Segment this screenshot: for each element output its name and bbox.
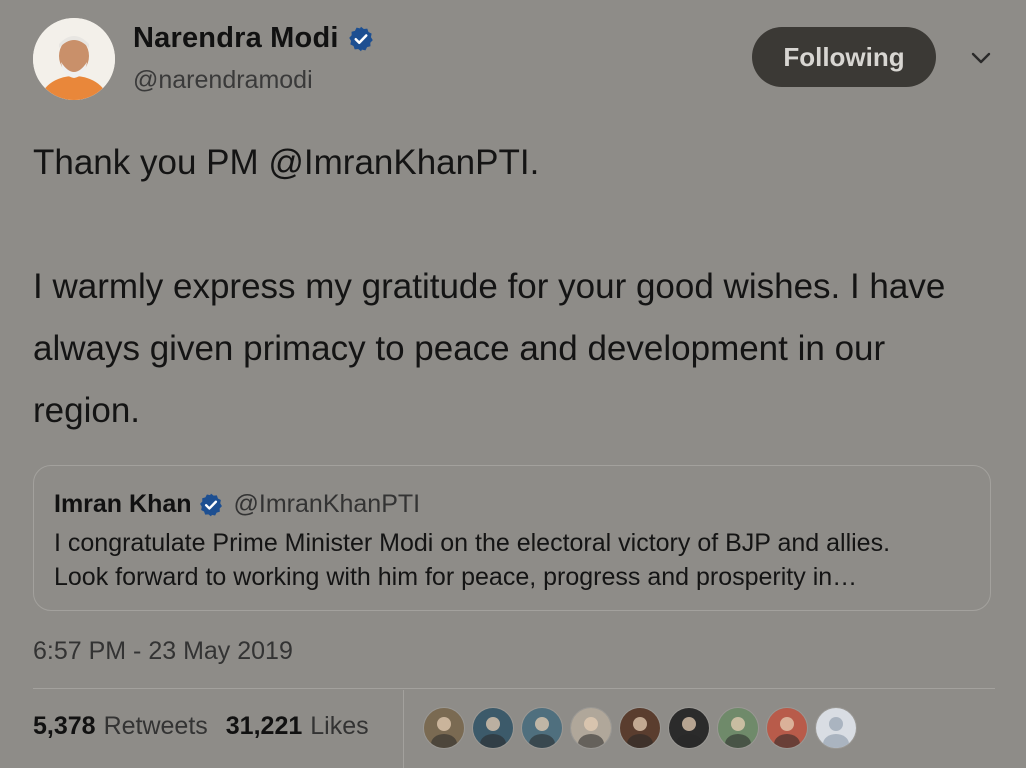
liker-avatar[interactable] [815, 707, 857, 749]
tweet-timestamp[interactable]: 6:57 PM - 23 May 2019 [33, 637, 293, 666]
avatar-icon [816, 708, 856, 748]
author-name-row: Narendra Modi [133, 22, 375, 55]
author-avatar[interactable] [33, 18, 115, 100]
author-name[interactable]: Narendra Modi [133, 22, 339, 55]
liker-avatar[interactable] [521, 707, 563, 749]
retweet-label[interactable]: Retweets [104, 712, 208, 741]
following-button[interactable]: Following [752, 27, 936, 87]
avatar-icon [473, 708, 513, 748]
tweet-card: Narendra Modi @narendramodi Following Th… [0, 0, 1026, 768]
quoted-tweet[interactable]: Imran Khan @ImranKhanPTI I congratulate … [33, 465, 991, 611]
divider [33, 688, 995, 689]
avatar-icon [620, 708, 660, 748]
liker-avatar[interactable] [570, 707, 612, 749]
liker-avatar[interactable] [717, 707, 759, 749]
liker-avatar[interactable] [472, 707, 514, 749]
liker-avatars [423, 707, 864, 749]
quoted-text-line: I congratulate Prime Minister Modi on th… [54, 529, 891, 557]
tweet-text-line: Thank you PM @ImranKhanPTI. [33, 143, 540, 182]
avatar-icon [571, 708, 611, 748]
quoted-tweet-header: Imran Khan @ImranKhanPTI [54, 490, 420, 519]
stats-divider [403, 690, 404, 768]
avatar-icon [669, 708, 709, 748]
avatar-icon [767, 708, 807, 748]
verified-badge-icon [199, 493, 222, 516]
chevron-down-icon[interactable] [968, 48, 994, 68]
quoted-author-handle: @ImranKhanPTI [233, 490, 421, 518]
like-label[interactable]: Likes [310, 712, 368, 741]
like-count[interactable]: 31,221 [226, 712, 302, 741]
liker-avatar[interactable] [668, 707, 710, 749]
profile-photo-icon [33, 18, 115, 100]
tweet-text-paragraph: I warmly express my gratitude for your g… [33, 267, 946, 430]
liker-avatar[interactable] [766, 707, 808, 749]
avatar-icon [522, 708, 562, 748]
avatar-icon [718, 708, 758, 748]
liker-avatar[interactable] [619, 707, 661, 749]
retweet-count[interactable]: 5,378 [33, 712, 96, 741]
quoted-text-line: Look forward to working with him for pea… [54, 563, 858, 591]
avatar-icon [424, 708, 464, 748]
verified-badge-icon [348, 26, 373, 51]
liker-avatar[interactable] [423, 707, 465, 749]
author-handle[interactable]: @narendramodi [133, 66, 313, 95]
quoted-author-name: Imran Khan [54, 490, 192, 518]
tweet-text: Thank you PM @ImranKhanPTI. I warmly exp… [33, 132, 993, 442]
quoted-tweet-text: I congratulate Prime Minister Modi on th… [54, 526, 974, 594]
engagement-stats: 5,378 Retweets 31,221 Likes [33, 712, 387, 741]
